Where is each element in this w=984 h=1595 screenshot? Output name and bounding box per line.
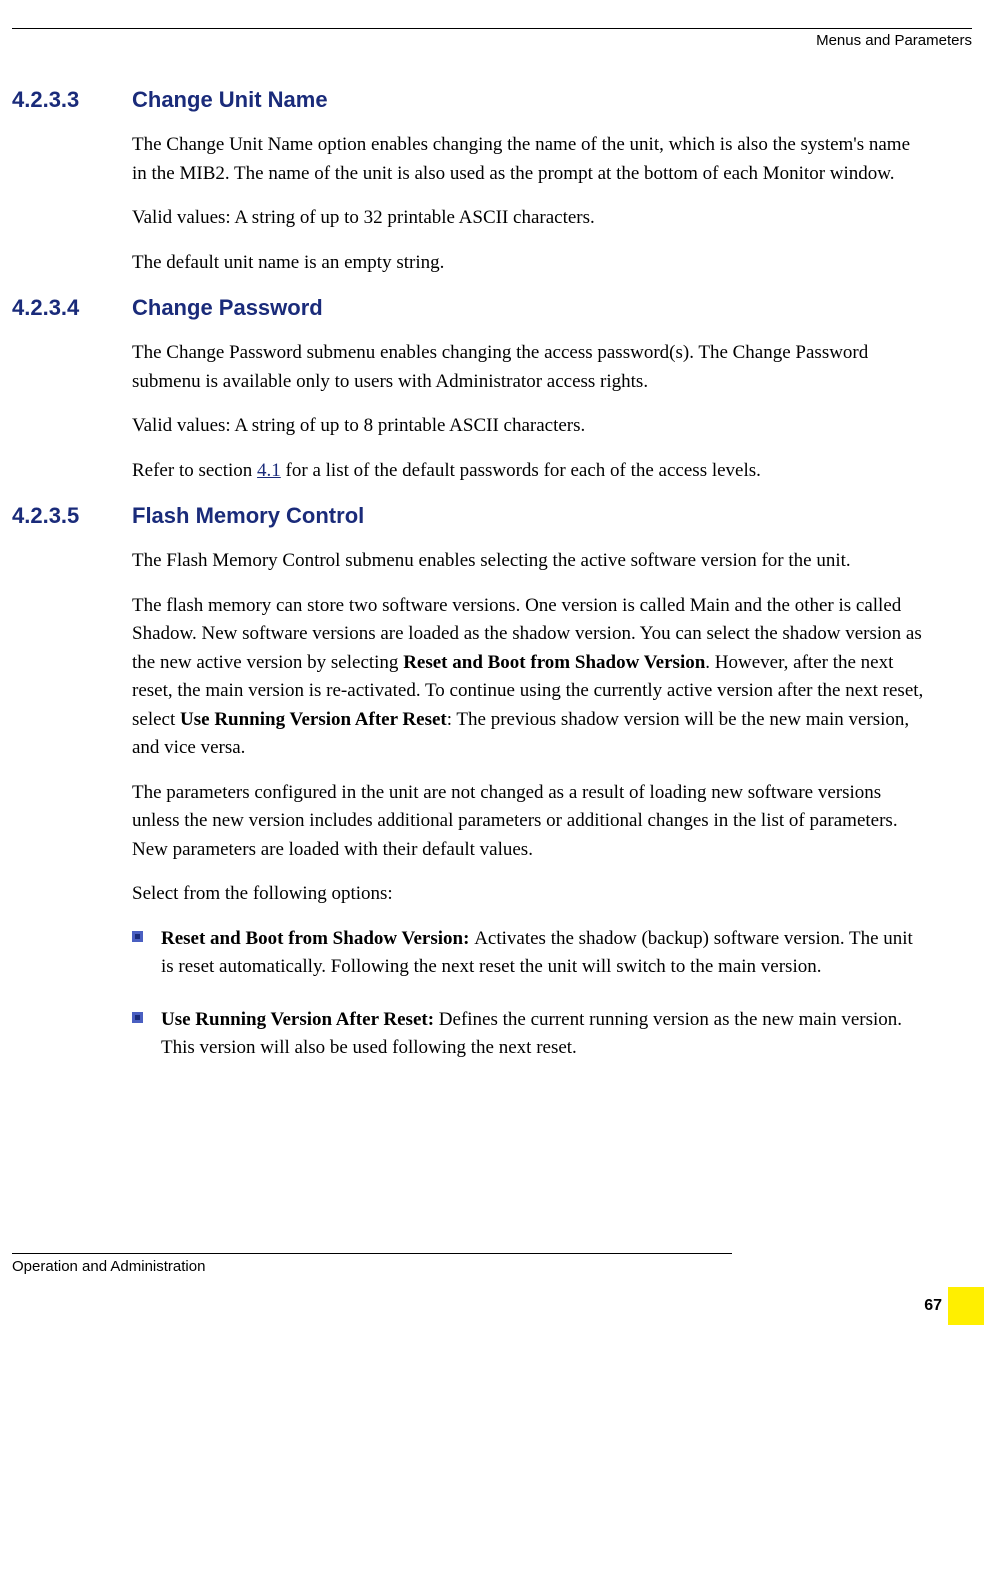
page-number-highlight xyxy=(948,1287,984,1325)
bullet-square-icon xyxy=(132,931,143,942)
section-number: 4.2.3.5 xyxy=(12,503,132,529)
paragraph: The default unit name is an empty string… xyxy=(132,249,926,278)
paragraph: Valid values: A string of up to 8 printa… xyxy=(132,412,926,441)
section-heading: 4.2.3.4 Change Password xyxy=(58,295,926,321)
text-span: for a list of the default passwords for … xyxy=(281,460,761,481)
header-rule xyxy=(12,28,972,29)
bullet-list: Reset and Boot from Shadow Version: Acti… xyxy=(132,925,926,1063)
paragraph: The Change Unit Name option enables chan… xyxy=(132,131,926,188)
footer-title: Operation and Administration xyxy=(12,1258,972,1275)
cross-reference-link[interactable]: 4.1 xyxy=(257,460,281,481)
section-flash-memory-control: 4.2.3.5 Flash Memory Control The Flash M… xyxy=(58,503,926,1063)
header-chapter-title: Menus and Parameters xyxy=(58,32,972,49)
paragraph: The flash memory can store two software … xyxy=(132,592,926,763)
section-number: 4.2.3.4 xyxy=(12,295,132,321)
paragraph: The parameters configured in the unit ar… xyxy=(132,779,926,865)
bullet-text: Reset and Boot from Shadow Version: Acti… xyxy=(161,925,926,982)
section-heading: 4.2.3.5 Flash Memory Control xyxy=(58,503,926,529)
paragraph: Valid values: A string of up to 32 print… xyxy=(132,204,926,233)
section-change-password: 4.2.3.4 Change Password The Change Passw… xyxy=(58,295,926,485)
section-title: Change Password xyxy=(132,295,323,321)
bold-text: Reset and Boot from Shadow Version: xyxy=(161,928,474,949)
bullet-square-icon xyxy=(132,1012,143,1023)
list-item: Use Running Version After Reset: Defines… xyxy=(132,1006,926,1063)
page-number: 67 xyxy=(924,1297,942,1315)
paragraph: Refer to section 4.1 for a list of the d… xyxy=(132,457,926,486)
section-title: Change Unit Name xyxy=(132,87,328,113)
bold-text: Reset and Boot from Shadow Version xyxy=(403,652,705,673)
paragraph: Select from the following options: xyxy=(132,880,926,909)
footer-rule xyxy=(12,1253,732,1254)
list-item: Reset and Boot from Shadow Version: Acti… xyxy=(132,925,926,982)
section-number: 4.2.3.3 xyxy=(12,87,132,113)
section-title: Flash Memory Control xyxy=(132,503,364,529)
page-number-container: 67 xyxy=(12,1275,972,1325)
section-heading: 4.2.3.3 Change Unit Name xyxy=(58,87,926,113)
bold-text: Use Running Version After Reset xyxy=(180,709,447,730)
bullet-text: Use Running Version After Reset: Defines… xyxy=(161,1006,926,1063)
bold-text: Use Running Version After Reset: xyxy=(161,1009,439,1030)
paragraph: The Flash Memory Control submenu enables… xyxy=(132,547,926,576)
page-footer: Operation and Administration 67 xyxy=(12,1253,972,1325)
paragraph: The Change Password submenu enables chan… xyxy=(132,339,926,396)
text-span: Refer to section xyxy=(132,460,257,481)
section-change-unit-name: 4.2.3.3 Change Unit Name The Change Unit… xyxy=(58,87,926,277)
